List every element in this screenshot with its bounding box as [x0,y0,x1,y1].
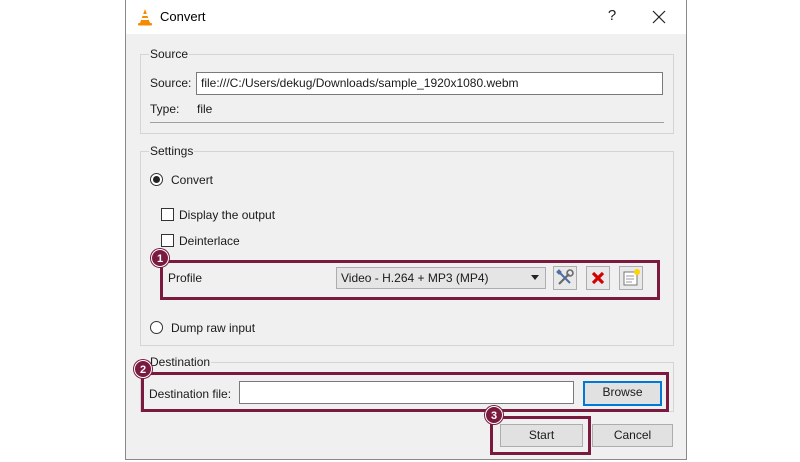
annotation-badge-1: 1 [151,249,169,267]
help-button[interactable]: ? [604,7,620,27]
delete-profile-icon [591,271,605,285]
new-profile-icon [623,269,640,286]
convert-dialog: Convert ? Source Source: file:///C:/User… [125,0,687,460]
edit-profile-button[interactable] [553,266,577,290]
source-label: Source: [150,76,192,90]
display-output-label: Display the output [179,208,276,222]
destination-file-input[interactable] [239,381,574,404]
dump-raw-label: Dump raw input [171,321,256,335]
destination-group-title: Destination [149,355,212,369]
vlc-cone-icon [138,9,152,26]
profile-select-value: Video - H.264 + MP3 (MP4) [341,271,489,285]
title-bar: Convert ? [126,0,686,34]
close-icon[interactable] [648,7,670,27]
new-profile-button[interactable] [619,266,643,290]
type-label: Type: [150,102,180,116]
profile-select[interactable]: Video - H.264 + MP3 (MP4) [336,267,546,289]
deinterlace-checkbox[interactable] [161,234,174,247]
source-separator [150,122,664,123]
cancel-button[interactable]: Cancel [592,424,673,447]
chevron-down-icon [531,275,539,280]
source-input[interactable]: file:///C:/Users/dekug/Downloads/sample_… [196,72,663,95]
annotation-badge-3: 3 [485,406,503,424]
profile-label: Profile [168,271,203,285]
window-title: Convert [160,9,206,24]
settings-group [140,151,674,346]
destination-file-label: Destination file: [149,387,232,401]
annotation-badge-2: 2 [134,360,152,378]
dump-raw-radio[interactable] [150,321,163,334]
delete-profile-button[interactable] [586,266,610,290]
browse-button[interactable]: Browse [583,381,662,406]
settings-group-title: Settings [149,144,195,158]
deinterlace-label: Deinterlace [179,234,240,248]
display-output-checkbox[interactable] [161,208,174,221]
source-group-title: Source [149,47,190,61]
convert-radio[interactable] [150,173,163,186]
edit-profile-icon [556,269,574,285]
start-button[interactable]: Start [500,424,583,447]
type-value: file [197,102,213,116]
convert-radio-label: Convert [171,173,214,187]
